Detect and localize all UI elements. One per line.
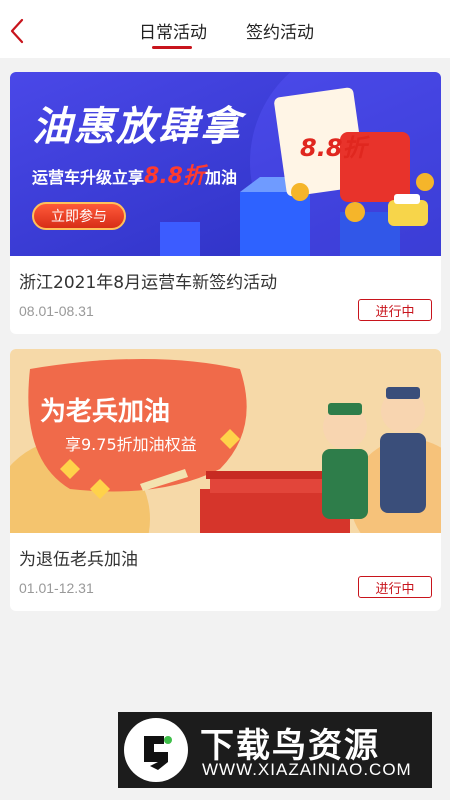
banner-headline: 为老兵加油 <box>40 397 171 427</box>
chevron-left-icon <box>10 18 24 44</box>
activity-card[interactable]: 油惠放肆拿 运营车升级立享8.8折加油 立即参与 8.8折 浙江2021年8月运… <box>10 72 441 334</box>
activity-banner-image[interactable]: 为老兵加油 享9.75折加油权益 <box>10 349 441 533</box>
banner-subline: 享9.75折加油权益 <box>65 435 197 454</box>
status-badge: 进行中 <box>358 576 432 598</box>
active-tab-indicator <box>152 46 192 49</box>
back-button[interactable] <box>2 14 32 48</box>
site-watermark: 下载鸟资源 WWW.XIAZAINIAO.COM <box>118 712 432 788</box>
activity-title: 浙江2021年8月运营车新签约活动 <box>19 273 278 293</box>
discount-tag: 8.8折 <box>300 134 367 162</box>
bird-logo-icon <box>124 718 188 782</box>
activity-title: 为退伍老兵加油 <box>19 550 138 570</box>
tab-signed-activities[interactable]: 签约活动 <box>240 18 320 50</box>
join-now-button[interactable]: 立即参与 <box>32 202 126 230</box>
banner-headline: 油惠放肆拿 <box>32 104 242 150</box>
watermark-url: WWW.XIAZAINIAO.COM <box>202 760 412 779</box>
activity-date-range: 08.01-08.31 <box>19 303 94 319</box>
activity-card[interactable]: 为老兵加油 享9.75折加油权益 为退伍老兵加油 01.01-12.31 进行中 <box>10 349 441 611</box>
top-nav-bar: 日常活动 签约活动 <box>0 0 450 58</box>
banner-subline: 运营车升级立享8.8折加油 <box>32 164 238 189</box>
status-badge: 进行中 <box>358 299 432 321</box>
activity-date-range: 01.01-12.31 <box>19 580 94 596</box>
activity-banner-image[interactable]: 油惠放肆拿 运营车升级立享8.8折加油 立即参与 8.8折 <box>10 72 441 256</box>
